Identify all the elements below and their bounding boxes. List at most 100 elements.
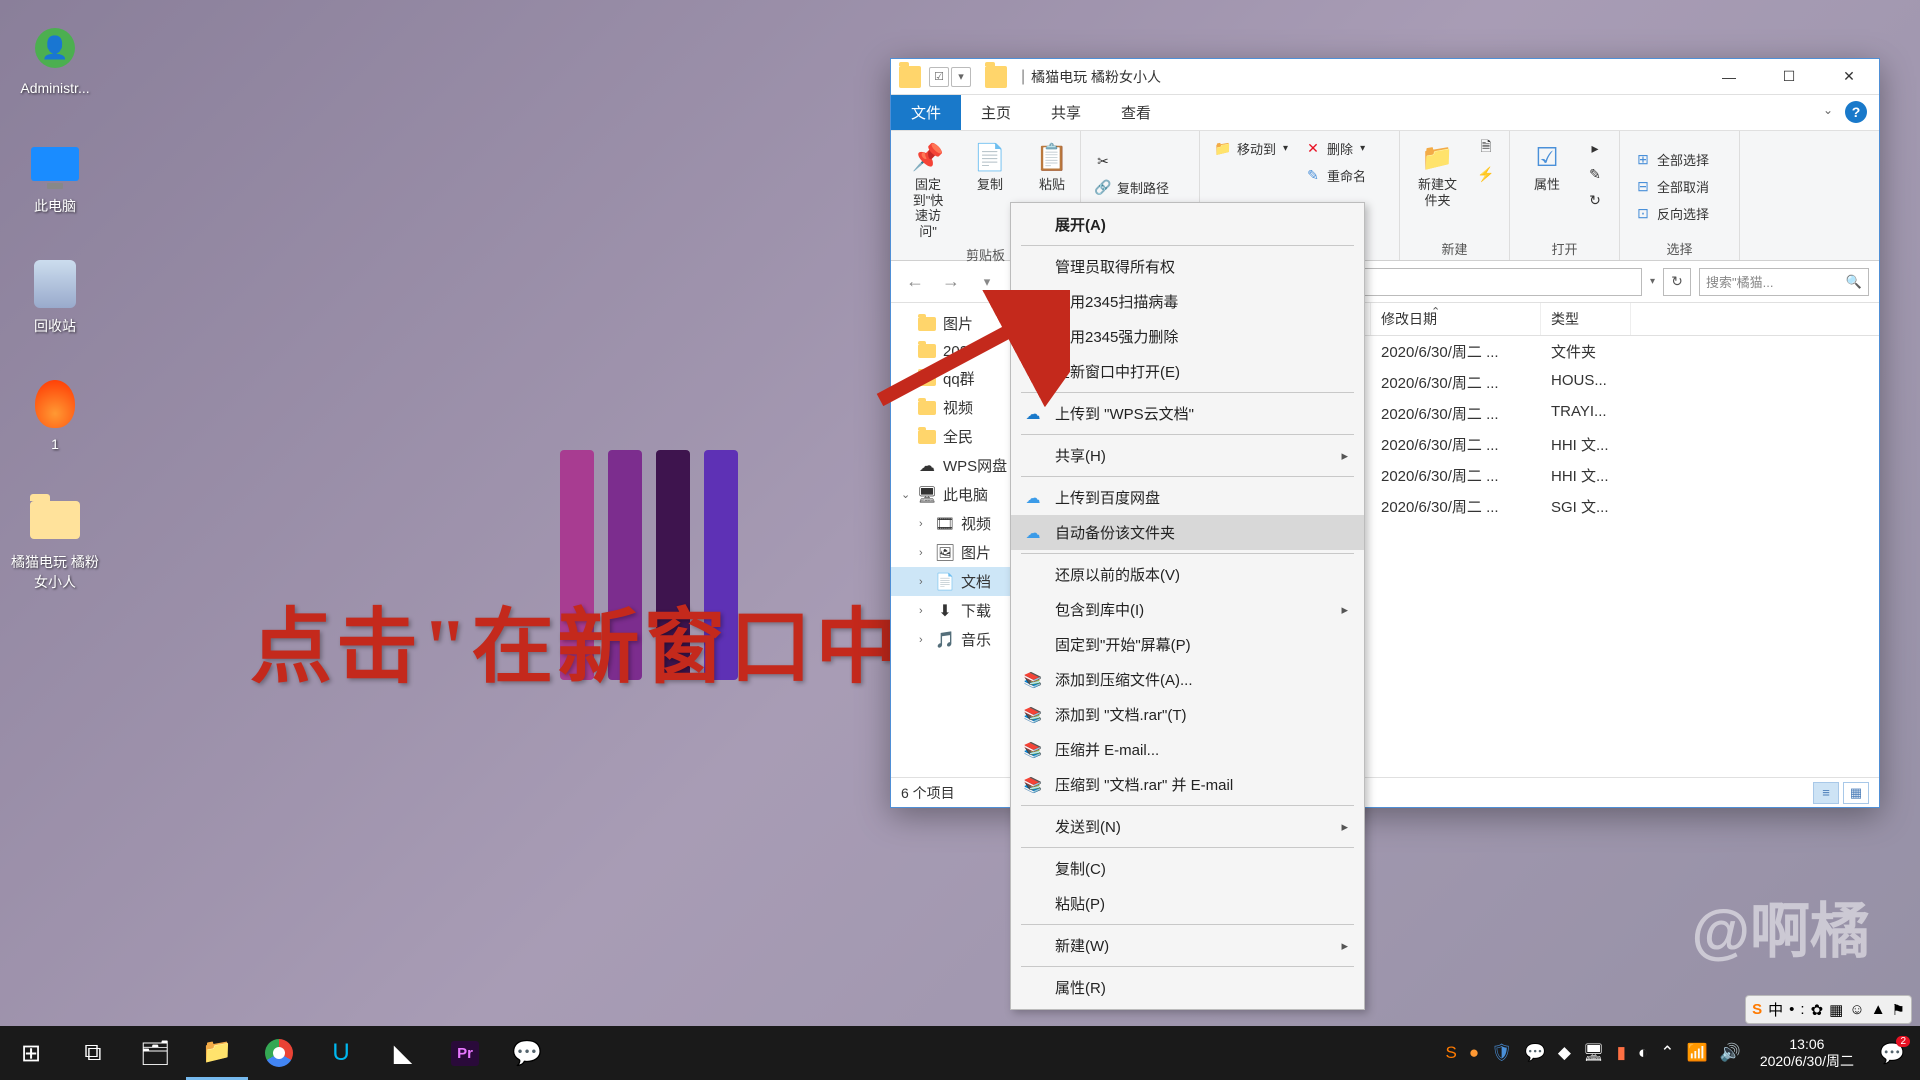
ime-softkb[interactable]: ✿ [1811,1001,1824,1019]
ime-width[interactable]: : [1800,1001,1804,1018]
context-menu-item[interactable]: 共享(H)▸ [1011,438,1364,473]
open-button[interactable]: ▸ [1582,137,1608,159]
properties-button[interactable]: ☑ 属性 [1520,137,1574,195]
ime-emoji[interactable]: ☺ [1849,1001,1864,1018]
new-item-icon: 🗎 [1477,139,1495,157]
tab-view[interactable]: 查看 [1101,95,1171,130]
ime-skin[interactable]: ▦ [1829,1001,1843,1019]
context-menu-item[interactable]: 固定到"开始"屏幕(P) [1011,627,1364,662]
move-to-button[interactable]: 📁移动到▾ [1210,137,1292,160]
menu-item-label: 属性(R) [1055,977,1106,998]
tray-wechat-icon[interactable]: 💬 [1522,1043,1549,1063]
tray-sogou-icon[interactable]: S [1443,1043,1460,1063]
taskbar-wechat[interactable]: 💬 [496,1026,558,1080]
pin-quick-access-button[interactable]: 📌 固定到"快速访问" [901,137,955,241]
help-button[interactable]: ? [1845,101,1867,123]
view-icons-button[interactable]: ▦ [1843,782,1869,804]
tray-expand-icon[interactable]: ⌃ [1657,1043,1677,1063]
titlebar[interactable]: ☑ ▾ | 橘猫电玩 橘粉女小人 — ☐ ✕ [891,59,1879,95]
tray-icon[interactable]: ▮ [1614,1043,1629,1063]
taskbar-explorer[interactable]: 📁 [186,1026,248,1080]
delete-button[interactable]: ✕删除▾ [1300,137,1370,160]
context-menu-item[interactable]: 复制(C) [1011,851,1364,886]
context-menu-item[interactable]: 展开(A) [1011,207,1364,242]
invert-selection-button[interactable]: ⊡反向选择 [1630,202,1729,225]
sidebar-item-icon: 🎞 [935,515,955,533]
context-menu-item[interactable]: 📚添加到 "文档.rar"(T) [1011,697,1364,732]
refresh-button[interactable]: ↻ [1663,268,1691,296]
taskbar-chrome[interactable] [248,1026,310,1080]
desktop-icon-this-pc[interactable]: 此电脑 [10,136,100,216]
tray-icon[interactable]: ◐ [1635,1043,1651,1063]
new-folder-icon: 📁 [1420,139,1456,175]
ime-menu[interactable]: ⚑ [1892,1001,1905,1019]
select-none-button[interactable]: ⊟全部取消 [1630,175,1729,198]
action-center-button[interactable]: 💬2 [1864,1026,1920,1080]
qat-button[interactable]: ☑ [929,67,949,87]
copy-button[interactable]: 📄 复制 [963,137,1017,195]
ime-tool[interactable]: ▲ [1871,1001,1886,1018]
taskbar-app[interactable]: 🗂 [124,1026,186,1080]
button-label: 复制 [977,177,1003,193]
context-menu-item[interactable]: 📚添加到压缩文件(A)... [1011,662,1364,697]
tray-network-icon[interactable]: 📶 [1683,1043,1710,1063]
flame-icon [27,376,83,432]
paste-button[interactable]: 📋 粘贴 [1025,137,1079,195]
desktop-icon-recycle-bin[interactable]: 回收站 [10,256,100,336]
button-label: 固定到"快速访问" [907,177,949,239]
tab-file[interactable]: 文件 [891,95,961,130]
ime-punct[interactable]: • [1789,1001,1794,1018]
sidebar-item-icon: 🖼 [935,544,955,562]
history-button[interactable]: ↻ [1582,189,1608,211]
context-menu-item[interactable]: 新建(W)▸ [1011,928,1364,963]
context-menu-item[interactable]: 属性(R) [1011,970,1364,1005]
ime-toolbar[interactable]: S 中 • : ✿ ▦ ☺ ▲ ⚑ [1745,995,1912,1024]
context-menu-item[interactable]: 📚压缩到 "文档.rar" 并 E-mail [1011,767,1364,802]
easy-access-button[interactable]: ⚡ [1473,163,1499,185]
tab-share[interactable]: 共享 [1031,95,1101,130]
close-button[interactable]: ✕ [1819,59,1879,95]
desktop-icon-admin[interactable]: 👤 Administr... [10,20,100,96]
maximize-button[interactable]: ☐ [1759,59,1819,95]
tray-shield-icon[interactable]: 🛡 [1488,1043,1516,1063]
ribbon-collapse-button[interactable]: ⌄ [1823,103,1833,117]
taskbar-app-n[interactable]: ◣ [372,1026,434,1080]
context-menu-item[interactable]: ☁自动备份该文件夹 [1011,515,1364,550]
col-date[interactable]: 修改日期 [1371,303,1541,335]
rename-button[interactable]: ✎重命名 [1300,164,1370,187]
ime-mode[interactable]: 中 [1768,999,1783,1020]
taskbar-premiere[interactable]: Pr [434,1026,496,1080]
tab-home[interactable]: 主页 [961,95,1031,130]
edit-button[interactable]: ✎ [1582,163,1608,185]
menu-item-icon: ☁ [1023,523,1043,543]
tray-icon[interactable]: ◆ [1555,1043,1574,1063]
tray-icon[interactable]: ● [1466,1043,1482,1063]
context-menu-item[interactable]: ☁上传到百度网盘 [1011,480,1364,515]
select-all-button[interactable]: ⊞全部选择 [1630,148,1729,171]
context-menu-item[interactable]: 📚压缩并 E-mail... [1011,732,1364,767]
cut-button[interactable]: ✂ [1090,150,1189,172]
context-menu-item[interactable]: 发送到(N)▸ [1011,809,1364,844]
desktop-icon-folder[interactable]: 橘猫电玩 橘粉女小人 [10,492,100,592]
qat-button[interactable]: ▾ [951,67,971,87]
minimize-button[interactable]: — [1699,59,1759,95]
new-item-button[interactable]: 🗎 [1473,137,1499,159]
sidebar-item-icon [917,428,937,446]
col-type[interactable]: 类型 [1541,303,1631,335]
desktop-icon-1[interactable]: 1 [10,376,100,452]
context-menu-item[interactable]: 管理员取得所有权 [1011,249,1364,284]
tray-volume-icon[interactable]: 🔊 [1717,1043,1744,1063]
context-menu-item[interactable]: 包含到库中(I)▸ [1011,592,1364,627]
ime-logo-icon[interactable]: S [1752,1001,1762,1018]
tray-icon[interactable]: 🖥 [1580,1043,1608,1063]
taskbar-clock[interactable]: 13:06 2020/6/30/周二 [1750,1036,1864,1070]
new-folder-button[interactable]: 📁 新建文件夹 [1410,137,1465,210]
search-box[interactable]: 搜索"橘猫...🔍 [1699,268,1869,296]
view-details-button[interactable]: ≡ [1813,782,1839,804]
taskbar-app-u[interactable]: U [310,1026,372,1080]
context-menu-item[interactable]: 还原以前的版本(V) [1011,557,1364,592]
context-menu-item[interactable]: 粘贴(P) [1011,886,1364,921]
task-view-button[interactable]: ⧉ [62,1026,124,1080]
copy-path-button[interactable]: 🔗复制路径 [1090,176,1189,199]
start-button[interactable]: ⊞ [0,1026,62,1080]
